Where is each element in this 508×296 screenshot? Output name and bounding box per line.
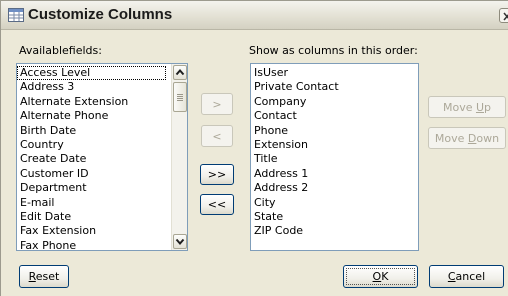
list-item[interactable]: Department bbox=[17, 181, 170, 195]
list-item[interactable]: Private Contact bbox=[251, 80, 418, 94]
ok-button[interactable]: OK bbox=[343, 265, 418, 288]
remove-field-button[interactable]: < bbox=[201, 125, 233, 147]
list-item[interactable]: Company bbox=[251, 95, 418, 109]
column-order-list[interactable]: IsUser Private Contact Company Contact Phone… bbox=[250, 63, 419, 251]
dialog-title: Customize Columns bbox=[28, 6, 173, 23]
chevron-up-icon bbox=[175, 68, 185, 76]
list-item[interactable]: ZIP Code bbox=[251, 224, 418, 238]
list-item[interactable]: Birth Date bbox=[17, 124, 170, 138]
scroll-thumb[interactable] bbox=[173, 82, 187, 112]
move-up-label: Move Up bbox=[442, 100, 492, 114]
list-item[interactable]: Fax Phone bbox=[17, 239, 170, 250]
move-down-button[interactable]: Move Down bbox=[428, 127, 506, 149]
move-down-label: Move Down bbox=[434, 131, 500, 145]
list-item[interactable]: Title bbox=[251, 152, 418, 166]
list-item[interactable]: Phone bbox=[251, 124, 418, 138]
cancel-button[interactable]: Cancel bbox=[429, 265, 504, 288]
scroll-down-button[interactable] bbox=[173, 234, 187, 249]
move-up-button[interactable]: Move Up bbox=[428, 96, 506, 118]
list-item[interactable]: Fax Extension bbox=[17, 224, 170, 238]
available-fields-label: Availablefields: bbox=[19, 44, 102, 57]
list-item[interactable]: Customer ID bbox=[17, 167, 170, 181]
cancel-label: Cancel bbox=[447, 270, 486, 283]
add-all-button[interactable]: >> bbox=[200, 164, 234, 185]
available-fields-list[interactable]: Access Level Address 3 Alternate Extension… bbox=[16, 63, 188, 251]
title-bar[interactable]: Customize Columns bbox=[1, 1, 508, 30]
chevron-down-icon bbox=[175, 238, 185, 246]
remove-all-button[interactable]: << bbox=[200, 194, 234, 215]
list-item[interactable]: Extension bbox=[251, 138, 418, 152]
close-button[interactable] bbox=[499, 8, 508, 23]
ok-label: OK bbox=[372, 270, 389, 283]
list-item[interactable]: E-mail bbox=[17, 196, 170, 210]
reset-label: Reset bbox=[28, 270, 60, 283]
list-item[interactable]: Alternate Phone bbox=[17, 109, 170, 123]
list-item[interactable]: Contact bbox=[251, 109, 418, 123]
list-item[interactable]: Country bbox=[17, 138, 170, 152]
list-item[interactable]: State bbox=[251, 210, 418, 224]
scroll-up-button[interactable] bbox=[173, 65, 187, 80]
available-scrollbar[interactable] bbox=[171, 64, 187, 250]
list-item[interactable]: Alternate Extension bbox=[17, 95, 170, 109]
list-item[interactable]: City bbox=[251, 196, 418, 210]
add-field-button[interactable]: > bbox=[201, 93, 233, 115]
list-item[interactable]: Access Level bbox=[17, 66, 166, 81]
show-columns-label: Show as columns in this order: bbox=[249, 44, 418, 57]
list-item[interactable]: Address 2 bbox=[251, 181, 418, 195]
list-item[interactable]: Address 1 bbox=[251, 167, 418, 181]
list-item[interactable]: IsUser bbox=[251, 66, 418, 80]
reset-button[interactable]: Reset bbox=[19, 265, 69, 288]
window-grid-icon bbox=[8, 8, 24, 22]
list-item[interactable]: Edit Date bbox=[17, 210, 170, 224]
list-item[interactable]: Address 3 bbox=[17, 80, 170, 94]
customize-columns-dialog: Customize Columns Availablefields: Acces… bbox=[0, 0, 508, 296]
list-item[interactable]: Create Date bbox=[17, 152, 170, 166]
